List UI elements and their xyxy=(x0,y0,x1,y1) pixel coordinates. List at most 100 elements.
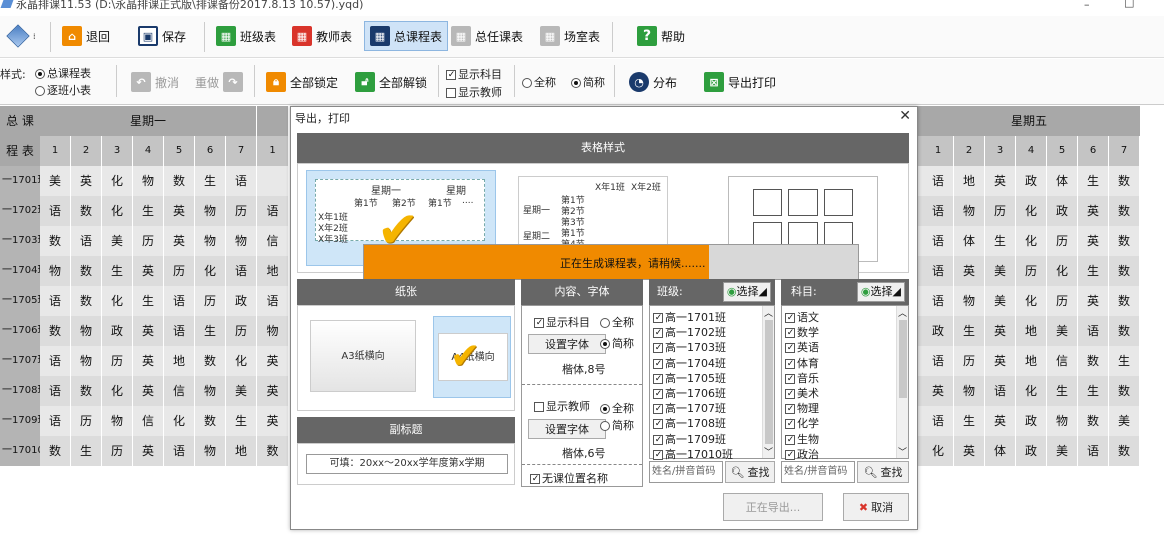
lesson-cell: 数 xyxy=(195,346,225,376)
lesson-cell: 政 xyxy=(1016,436,1046,466)
unlock-icon: 🔓︎ xyxy=(355,72,375,92)
class-search-button[interactable]: 🔍︎ 查找 xyxy=(725,461,775,483)
lesson-cell: 历 xyxy=(71,406,101,436)
subject-list-item[interactable]: 体育 xyxy=(782,356,896,371)
class-list-item[interactable]: 高一1704班 xyxy=(650,356,762,371)
subject-list-item[interactable]: 美术 xyxy=(782,386,896,401)
class-list-item[interactable]: 高一1705班 xyxy=(650,371,762,386)
dlg-subject-full-radio[interactable]: 全称 xyxy=(600,314,634,330)
style-class-small-radio[interactable]: 逐班小表 xyxy=(35,82,91,98)
class-list-item[interactable]: 高一1709班 xyxy=(650,432,762,447)
dlg-teacher-full-radio[interactable]: 全称 xyxy=(600,400,634,416)
lock-all-button[interactable]: 🔒︎ 全部锁定 xyxy=(261,67,343,97)
app-logo[interactable]: ⁞ xyxy=(2,21,41,51)
class-list-item[interactable]: 高一1707班 xyxy=(650,401,762,416)
close-icon[interactable]: ✕ xyxy=(899,108,911,124)
subject-search-button[interactable]: 🔍︎ 查找 xyxy=(857,461,909,483)
undo-button[interactable]: ↶ 撤消 xyxy=(126,67,184,97)
class-list-item[interactable]: 高一17010班 xyxy=(650,447,762,462)
lesson-cell: 体 xyxy=(985,436,1015,466)
lesson-cell: 政 xyxy=(226,286,256,316)
save-button[interactable]: ▣ 保存 xyxy=(133,21,191,51)
class-list-scrollbar[interactable]: ︿ ﹀ xyxy=(762,306,774,458)
subject-list-item[interactable]: 化学 xyxy=(782,416,896,431)
paper-a3-option[interactable]: A3纸横向 xyxy=(310,320,416,392)
dlg-show-subject-checkbox[interactable]: 显示科目 xyxy=(534,314,590,330)
show-subject-checkbox[interactable]: 显示科目 xyxy=(446,66,502,82)
style-master-radio[interactable]: 总课程表 xyxy=(35,65,91,81)
lesson-cell: 英 xyxy=(985,316,1015,346)
set-font-button-2[interactable]: 设置字体 xyxy=(528,419,606,439)
subject-list-item[interactable]: 数学 xyxy=(782,325,896,340)
class-select-button[interactable]: ◉选择◢ xyxy=(722,282,771,302)
head-teacher-table-button[interactable]: ▦ 总任课表 xyxy=(446,21,528,51)
subject-select-button[interactable]: ◉选择◢ xyxy=(856,282,905,302)
no-class-pos-checkbox[interactable]: 无课位置名称 xyxy=(530,470,608,486)
lesson-cell: 化 xyxy=(102,286,132,316)
options-toolbar: 样式: 总课程表 逐班小表 ↶ 撤消 重做 ↷ 🔒︎ 全部锁定 🔓︎ 全部解锁 … xyxy=(0,59,1164,105)
class-list: 高一1701班高一1702班高一1703班高一1704班高一1705班高一170… xyxy=(649,305,775,462)
subject-search-input[interactable]: 姓名/拼音首码 xyxy=(781,461,855,483)
distribute-button[interactable]: ◔ 分布 xyxy=(624,67,682,97)
chevron-down-icon[interactable]: ﹀ xyxy=(764,445,773,458)
unlock-all-button[interactable]: 🔓︎ 全部解锁 xyxy=(350,67,432,97)
subject-list-item[interactable]: 物理 xyxy=(782,401,896,416)
class-search-input[interactable]: 姓名/拼音首码 xyxy=(649,461,723,483)
subtitle-input[interactable]: 可填：20xx～20xx学年度第x学期 xyxy=(306,454,508,474)
lesson-cell: 美 xyxy=(1047,316,1077,346)
lesson-cell: 历 xyxy=(1047,286,1077,316)
lesson-cell: 语 xyxy=(40,346,70,376)
class-list-item[interactable]: 高一1703班 xyxy=(650,340,762,355)
grid-corner-top: 总 课 xyxy=(0,106,40,136)
subject-list-item[interactable]: 政治 xyxy=(782,447,896,462)
chevron-up-icon[interactable]: ︿ xyxy=(764,306,773,319)
class-list-item[interactable]: 高一1701班 xyxy=(650,310,762,325)
lesson-cell: 语 xyxy=(923,286,953,316)
minimize-icon[interactable]: – xyxy=(1084,0,1090,10)
class-table-button[interactable]: ▦ 班级表 xyxy=(211,21,281,51)
class-list-item[interactable]: 高一1706班 xyxy=(650,386,762,401)
class-table-label: 班级表 xyxy=(240,29,277,44)
lesson-cell: 地 xyxy=(1016,316,1046,346)
master-table-button[interactable]: ▦ 总课程表 xyxy=(364,21,449,51)
exporting-button[interactable]: 正在导出... xyxy=(723,493,823,521)
help-button[interactable]: ? 帮助 xyxy=(632,21,690,51)
lesson-cell: 政 xyxy=(923,316,953,346)
chevron-up-icon[interactable]: ︿ xyxy=(898,306,907,319)
chevron-down-icon[interactable]: ﹀ xyxy=(898,445,907,458)
short-name-radio[interactable]: 简称 xyxy=(571,74,605,90)
dlg-teacher-short-radio[interactable]: 简称 xyxy=(600,417,634,433)
lesson-cell: 数 xyxy=(1109,196,1139,226)
back-button[interactable]: ⌂ 退回 xyxy=(57,21,115,51)
lesson-cell: 数 xyxy=(1109,166,1139,196)
export-print-button[interactable]: ⊠ 导出打印 xyxy=(699,67,781,97)
lesson-cell: 语 xyxy=(985,376,1015,406)
lesson-cell: 生 xyxy=(1078,256,1108,286)
class-list-item[interactable]: 高一1708班 xyxy=(650,416,762,431)
lesson-cell: 地 xyxy=(954,166,984,196)
subject-list-item[interactable]: 音乐 xyxy=(782,371,896,386)
full-name-radio[interactable]: 全称 xyxy=(522,74,556,90)
undo-icon: ↶ xyxy=(131,72,151,92)
subject-list-scrollbar[interactable]: ︿ ﹀ xyxy=(896,306,908,458)
paper-a4-option[interactable]: A4纸横向 ✔ xyxy=(433,316,511,398)
period-number: 2 xyxy=(954,136,984,166)
lesson-cell: 物 xyxy=(954,196,984,226)
class-list-item[interactable]: 高一1702班 xyxy=(650,325,762,340)
maximize-icon[interactable]: □ xyxy=(1124,0,1134,8)
show-teacher-checkbox[interactable]: 显示教师 xyxy=(446,84,502,100)
redo-button[interactable]: 重做 ↷ xyxy=(190,67,248,97)
set-font-button-1[interactable]: 设置字体 xyxy=(528,334,606,354)
lock-icon: 🔒︎ xyxy=(266,72,286,92)
subject-list-item[interactable]: 英语 xyxy=(782,340,896,355)
room-table-button[interactable]: ▦ 场室表 xyxy=(535,21,605,51)
lesson-cell: 数 xyxy=(1109,256,1139,286)
dlg-subject-short-radio[interactable]: 简称 xyxy=(600,335,634,351)
font-1-label: 楷体,8号 xyxy=(562,363,606,376)
subject-list-item[interactable]: 生物 xyxy=(782,432,896,447)
dlg-show-teacher-checkbox[interactable]: 显示教师 xyxy=(534,398,590,414)
class-label: 班级: xyxy=(657,285,683,298)
cancel-button[interactable]: ✖ 取消 xyxy=(843,493,909,521)
subject-list-item[interactable]: 语文 xyxy=(782,310,896,325)
teacher-table-button[interactable]: ▦ 教师表 xyxy=(287,21,357,51)
